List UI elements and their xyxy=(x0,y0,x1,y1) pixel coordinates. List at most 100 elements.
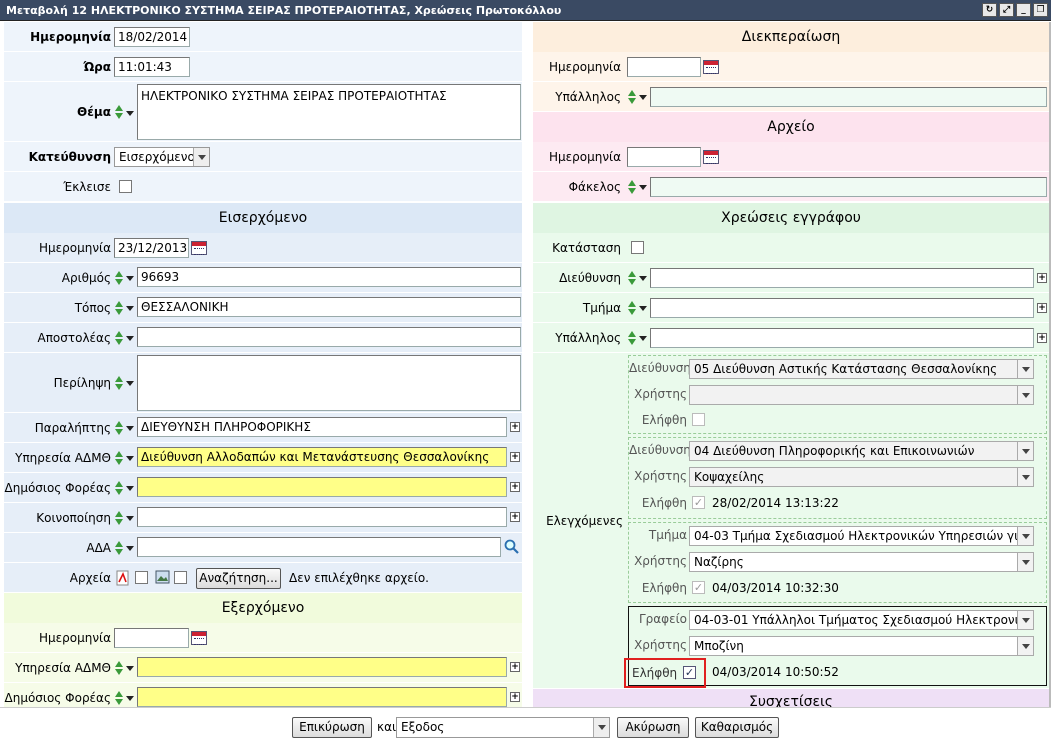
sort-arrows-icon[interactable] xyxy=(114,420,124,436)
incoming-number-field[interactable]: 96693 xyxy=(137,267,521,287)
sort-arrows-icon[interactable] xyxy=(114,375,124,391)
sort-arrows-icon[interactable] xyxy=(114,300,124,316)
sort-arrows-icon[interactable] xyxy=(627,300,637,316)
chevron-down-icon[interactable] xyxy=(1017,442,1033,460)
calendar-icon[interactable] xyxy=(703,60,719,74)
incoming-recipient-field[interactable]: ΔΙΕΥΘΥΝΣΗ ΠΛΗΡΟΦΟΡΙΚΗΣ xyxy=(137,417,507,437)
expand-plus-icon[interactable]: + xyxy=(510,482,520,492)
sort-arrows-icon[interactable] xyxy=(114,270,124,286)
group-2-select-1[interactable]: 04 Διεύθυνση Πληροφορικής και Επικοινωνι… xyxy=(689,441,1034,461)
cancel-button[interactable]: Ακύρωση xyxy=(617,717,689,738)
sort-arrows-icon[interactable] xyxy=(627,270,637,286)
group-1-select-2[interactable] xyxy=(689,385,1034,405)
sort-arrows-icon[interactable] xyxy=(114,540,124,556)
action-select[interactable]: Εξοδος xyxy=(396,717,610,738)
chevron-down-icon[interactable] xyxy=(593,718,609,737)
image-icon[interactable] xyxy=(155,570,170,584)
incoming-public-field[interactable] xyxy=(137,477,507,497)
dropdown-arrow-icon[interactable] xyxy=(126,486,134,491)
incoming-summary-textarea[interactable] xyxy=(137,355,521,411)
sort-arrows-icon[interactable] xyxy=(114,480,124,496)
dropdown-arrow-icon[interactable] xyxy=(126,111,134,116)
sort-arrows-icon[interactable] xyxy=(114,660,124,676)
charges-direction-field[interactable] xyxy=(650,268,1034,288)
dropdown-arrow-icon[interactable] xyxy=(639,95,647,100)
sort-arrows-icon[interactable] xyxy=(114,104,124,120)
sort-arrows-icon[interactable] xyxy=(627,179,637,195)
pdf-icon[interactable] xyxy=(116,570,130,586)
chevron-down-icon[interactable] xyxy=(1017,637,1033,655)
charges-dept-field[interactable] xyxy=(650,298,1034,318)
dropdown-arrow-icon[interactable] xyxy=(639,336,647,341)
dropdown-arrow-icon[interactable] xyxy=(639,276,647,281)
processing-date-field[interactable] xyxy=(627,57,701,77)
incoming-service-field[interactable]: Διεύθυνση Αλλοδαπών και Μετανάστευσης Θε… xyxy=(137,447,507,467)
charges-employee-field[interactable] xyxy=(650,328,1034,348)
pdf-checkbox[interactable] xyxy=(135,571,148,584)
group-1-received-checkbox[interactable] xyxy=(692,413,705,426)
dropdown-arrow-icon[interactable] xyxy=(126,456,134,461)
closed-checkbox[interactable] xyxy=(119,180,132,193)
chevron-down-icon[interactable] xyxy=(1017,553,1033,571)
sort-arrows-icon[interactable] xyxy=(114,330,124,346)
group-2-received-checkbox[interactable]: ✓ xyxy=(692,496,705,509)
group-4-select-2[interactable]: Μποζίνη xyxy=(689,636,1034,656)
incoming-ada-field[interactable] xyxy=(137,537,501,557)
expand-plus-icon[interactable]: + xyxy=(1037,273,1047,283)
dropdown-arrow-icon[interactable] xyxy=(126,306,134,311)
dropdown-arrow-icon[interactable] xyxy=(126,546,134,551)
incoming-notify-field[interactable] xyxy=(137,507,507,527)
group-3-received-checkbox[interactable]: ✓ xyxy=(692,581,705,594)
expand-plus-icon[interactable]: + xyxy=(1037,333,1047,343)
chevron-down-icon[interactable] xyxy=(1017,527,1033,545)
group-2-select-2[interactable]: Κοψαχείλης xyxy=(689,467,1034,487)
chevron-down-icon[interactable] xyxy=(1017,360,1033,378)
magnifier-icon[interactable] xyxy=(504,539,520,555)
calendar-icon[interactable] xyxy=(703,150,719,164)
search-file-button[interactable]: Αναζήτηση... xyxy=(196,568,281,589)
incoming-date-field[interactable]: 23/12/2013 xyxy=(114,238,189,258)
dropdown-arrow-icon[interactable] xyxy=(126,516,134,521)
dropdown-arrow-icon[interactable] xyxy=(126,666,134,671)
calendar-icon[interactable] xyxy=(191,631,207,645)
minimize-icon[interactable]: _ xyxy=(1016,3,1031,17)
incoming-sender-field[interactable] xyxy=(137,327,521,347)
dropdown-arrow-icon[interactable] xyxy=(126,336,134,341)
general-date-field[interactable]: 18/02/2014 xyxy=(114,27,190,47)
group-4-select-1[interactable]: 04-03-01 Υπάλληλοι Τμήματος Σχεδιασμού Η… xyxy=(689,610,1034,630)
sort-arrows-icon[interactable] xyxy=(114,450,124,466)
direction-select[interactable]: Εισερχόμενο xyxy=(114,147,210,167)
sort-arrows-icon[interactable] xyxy=(114,690,124,706)
confirm-button[interactable]: Επικύρωση xyxy=(292,717,372,738)
image-checkbox[interactable] xyxy=(174,571,187,584)
dropdown-arrow-icon[interactable] xyxy=(639,306,647,311)
dropdown-arrow-icon[interactable] xyxy=(639,185,647,190)
dropdown-arrow-icon[interactable] xyxy=(126,696,134,701)
expand-plus-icon[interactable]: + xyxy=(510,512,520,522)
expand-plus-icon[interactable]: + xyxy=(510,662,520,672)
expand-plus-icon[interactable]: + xyxy=(510,422,520,432)
outgoing-date-field[interactable] xyxy=(114,628,189,648)
expand-plus-icon[interactable]: + xyxy=(510,452,520,462)
chevron-down-icon[interactable] xyxy=(1017,468,1033,486)
chevron-down-icon[interactable] xyxy=(1017,386,1033,404)
general-subject-textarea[interactable]: ΗΛΕΚΤΡΟΝΙΚΟ ΣΥΣΤΗΜΑ ΣΕΙΡΑΣ ΠΡΟΤΕΡΑΙΟΤΗΤΑ… xyxy=(137,84,521,140)
dropdown-arrow-icon[interactable] xyxy=(126,276,134,281)
expand-plus-icon[interactable]: + xyxy=(1037,303,1047,313)
group-3-select-2[interactable]: Ναζίρης xyxy=(689,552,1034,572)
group-1-select-1[interactable]: 05 Διεύθυνση Αστικής Κατάστασης Θεσσαλον… xyxy=(689,359,1034,379)
sort-arrows-icon[interactable] xyxy=(627,89,637,105)
chevron-down-icon[interactable] xyxy=(1017,611,1033,629)
clear-button[interactable]: Καθαρισμός xyxy=(695,717,779,738)
outgoing-service-field[interactable] xyxy=(137,657,507,677)
group-4-received-checkbox[interactable]: ✓ xyxy=(683,666,696,679)
sort-arrows-icon[interactable] xyxy=(114,510,124,526)
dropdown-arrow-icon[interactable] xyxy=(126,381,134,386)
chevron-down-icon[interactable] xyxy=(193,148,209,166)
incoming-place-field[interactable]: ΘΕΣΣΑΛΟΝΙΚΗ xyxy=(137,297,521,317)
status-checkbox[interactable] xyxy=(631,241,644,254)
maximize-icon[interactable]: ⤢ xyxy=(999,3,1014,17)
expand-plus-icon[interactable]: + xyxy=(510,692,520,702)
archive-folder-field[interactable] xyxy=(650,177,1047,197)
archive-date-field[interactable] xyxy=(627,147,701,167)
